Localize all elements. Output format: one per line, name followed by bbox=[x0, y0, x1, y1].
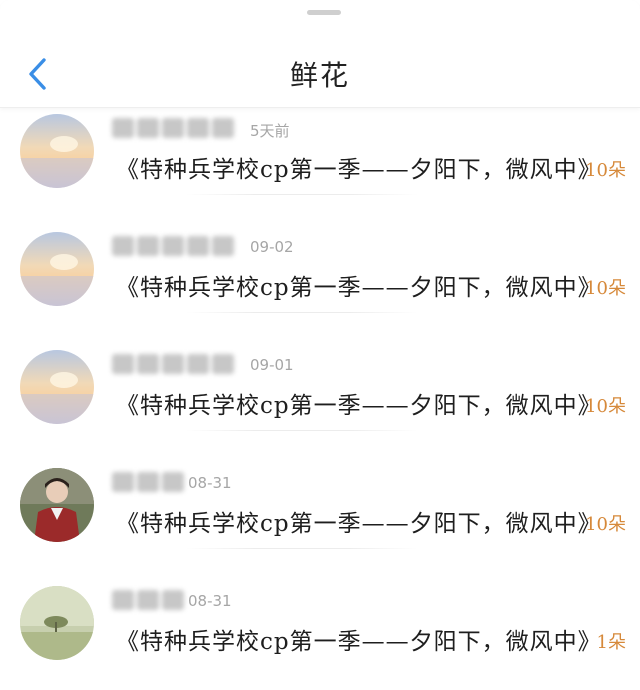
gift-message: 《特种兵学校cp第一季——夕阳下，微风中》 bbox=[116, 275, 602, 301]
user-name-blurred bbox=[112, 472, 184, 494]
divider bbox=[186, 548, 418, 549]
person-avatar-icon bbox=[20, 468, 94, 542]
gift-message: 《特种兵学校cp第一季——夕阳下，微风中》 bbox=[116, 629, 602, 655]
flower-count: 10朵 bbox=[585, 396, 626, 417]
avatar[interactable] bbox=[20, 350, 94, 424]
timestamp: 09-02 bbox=[250, 238, 294, 256]
avatar[interactable] bbox=[20, 468, 94, 542]
list-item[interactable]: 08-31 《特种兵学校cp第一季——夕阳下，微风中》 1朵 bbox=[0, 572, 640, 690]
sheet-grabber[interactable] bbox=[307, 10, 341, 15]
list-item[interactable]: 08-31 《特种兵学校cp第一季——夕阳下，微风中》 10朵 bbox=[0, 454, 640, 572]
timestamp: 08-31 bbox=[188, 592, 232, 610]
sunset-avatar-icon bbox=[20, 350, 94, 424]
avatar[interactable] bbox=[20, 114, 94, 188]
divider bbox=[186, 194, 418, 195]
sunset-avatar-icon bbox=[20, 114, 94, 188]
gift-message: 《特种兵学校cp第一季——夕阳下，微风中》 bbox=[116, 393, 602, 419]
flower-count: 1朵 bbox=[596, 632, 626, 653]
header-bar: 鲜花 bbox=[0, 0, 640, 108]
timestamp: 5天前 bbox=[250, 122, 290, 140]
list-item[interactable]: 5天前 《特种兵学校cp第一季——夕阳下，微风中》 10朵 bbox=[0, 100, 640, 218]
list-item[interactable]: 09-02 《特种兵学校cp第一季——夕阳下，微风中》 10朵 bbox=[0, 218, 640, 336]
avatar[interactable] bbox=[20, 586, 94, 660]
user-name-blurred bbox=[112, 354, 234, 376]
tree-avatar-icon bbox=[20, 586, 94, 660]
list-item[interactable]: 09-01 《特种兵学校cp第一季——夕阳下，微风中》 10朵 bbox=[0, 336, 640, 454]
divider bbox=[186, 312, 418, 313]
user-name-blurred bbox=[112, 236, 234, 258]
gift-message: 《特种兵学校cp第一季——夕阳下，微风中》 bbox=[116, 511, 602, 537]
user-name-blurred bbox=[112, 590, 184, 612]
flower-count: 10朵 bbox=[585, 160, 626, 181]
sunset-avatar-icon bbox=[20, 232, 94, 306]
flower-count: 10朵 bbox=[585, 278, 626, 299]
user-name-blurred bbox=[112, 118, 234, 140]
flower-count: 10朵 bbox=[585, 514, 626, 535]
page-title: 鲜花 bbox=[289, 59, 350, 92]
gift-message: 《特种兵学校cp第一季——夕阳下，微风中》 bbox=[116, 157, 602, 183]
divider bbox=[186, 430, 418, 431]
avatar[interactable] bbox=[20, 232, 94, 306]
timestamp: 09-01 bbox=[250, 356, 294, 374]
timestamp: 08-31 bbox=[188, 474, 232, 492]
